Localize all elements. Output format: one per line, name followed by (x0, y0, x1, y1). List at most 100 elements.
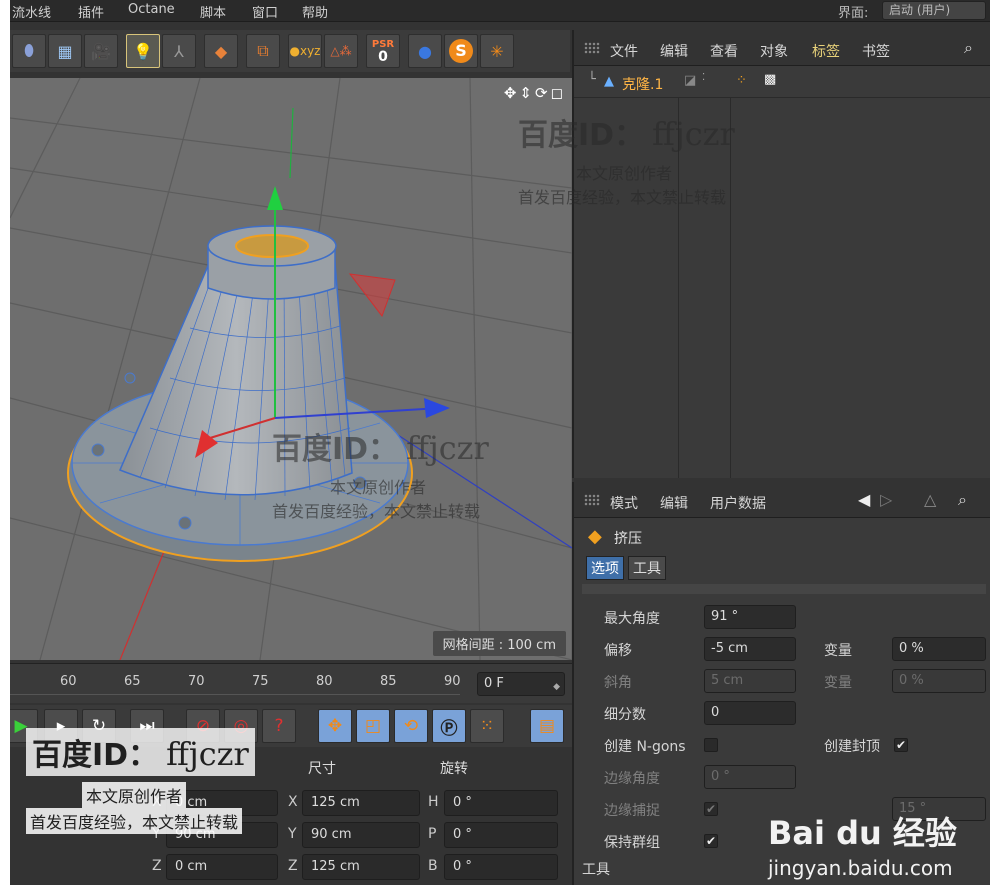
size-x-field[interactable]: 125 cm (302, 790, 420, 816)
create-caps-checkbox[interactable]: ✔ (894, 738, 908, 752)
variance-field-2[interactable]: 0 % (892, 669, 986, 693)
light-button[interactable]: 💡 (126, 34, 160, 68)
timeline-window-button[interactable]: ▤ (530, 709, 564, 743)
current-frame-field[interactable]: 0 F ◆ (477, 672, 565, 696)
timeline[interactable]: 60 65 70 75 80 85 90 0 F ◆ (10, 663, 572, 703)
size-y-field[interactable]: 90 cm (302, 822, 420, 848)
y-arrow-icon[interactable] (267, 186, 283, 210)
menu-octane[interactable]: Octane (128, 2, 175, 17)
subdivision-field[interactable]: 0 (704, 701, 796, 725)
attribute-manager-menu: 模式 编辑 用户数据 ◀ ▷ △ ⌕ (574, 482, 990, 518)
tool-section-header[interactable]: 工具 (582, 859, 610, 879)
move-key-button[interactable]: ✥ (318, 709, 352, 743)
variance-field-1[interactable]: 0 % (892, 637, 986, 661)
enable-axis-button[interactable]: △⁂ (324, 34, 358, 68)
keyframe-help-button[interactable]: ? (262, 709, 296, 743)
render-view-button[interactable]: ◆ (204, 34, 238, 68)
camera-button[interactable]: 🎥 (84, 34, 118, 68)
viewport-nav-icons[interactable]: ✥⇕⟳◻ (504, 84, 566, 102)
rotate-key-button[interactable]: ⟲ (394, 709, 428, 743)
move-view-icon[interactable]: ✥ (504, 84, 520, 102)
size-x-label: X (288, 794, 298, 810)
bevel-field[interactable]: 5 cm (704, 669, 796, 693)
camera-icon: 🎥 (91, 41, 111, 61)
object-name[interactable]: 克隆.1 (622, 74, 663, 94)
keep-groups-checkbox[interactable]: ✔ (704, 834, 718, 848)
size-z-field[interactable]: 125 cm (302, 854, 420, 880)
psr-button[interactable]: PSR 0 (366, 34, 400, 68)
object-manager: 文件 编辑 查看 对象 标签 书签 ⌕ └ ▲ 克隆.1 ◪ ⁚ ⁘ ▩ (572, 30, 990, 478)
watermark-line1: 本文原创作者 (82, 782, 187, 808)
menu-plugins[interactable]: 插件 (78, 2, 104, 21)
bolt-hole-back (124, 372, 136, 384)
dolly-view-icon[interactable]: ⇕ (519, 84, 535, 102)
menu-help[interactable]: 帮助 (302, 2, 328, 21)
pos-z-field[interactable]: 0 cm (166, 854, 278, 880)
edge-angle-field[interactable]: 0 ° (704, 765, 796, 789)
menu-pipeline[interactable]: 流水线 (12, 2, 51, 21)
render-cube-icon: ◆ (214, 41, 228, 61)
checker-tag-icon[interactable]: ▩ (764, 72, 776, 87)
mograph-tag-icon[interactable]: ⁘ (736, 73, 747, 88)
floor-object-button[interactable]: ▦ (48, 34, 82, 68)
menu-edit[interactable]: 编辑 (660, 41, 688, 61)
variance-label-1: 变量 (824, 643, 852, 659)
rotate-icon: ⟲ (403, 716, 419, 736)
spline-tool-button[interactable]: ⬮ (12, 34, 46, 68)
create-ngons-checkbox[interactable] (704, 738, 718, 752)
point-level-button[interactable]: ⁙ (470, 709, 504, 743)
film-strip-icon: ▤ (538, 716, 556, 736)
menu-attr-edit[interactable]: 编辑 (660, 493, 688, 513)
watermark-line2: 首发百度经验，本文禁止转载 (518, 188, 727, 207)
visibility-dots-icon[interactable]: ⁚ (702, 72, 705, 83)
spinner-icon[interactable]: ◆ (553, 676, 560, 698)
max-angle-field[interactable]: 91 ° (704, 605, 796, 629)
layer-icon[interactable]: ◪ (684, 73, 696, 88)
snap-button[interactable]: S (444, 34, 478, 68)
cloner-icon: ▲ (604, 74, 614, 89)
back-arrow-icon[interactable]: ◀ (858, 490, 870, 509)
bone-tool-button[interactable]: ⅄ (162, 34, 196, 68)
tab-options[interactable]: 选项 (586, 556, 624, 580)
baidu-logo-url: jingyan.baidu.com (768, 856, 953, 880)
move-down-button[interactable]: ● (408, 34, 442, 68)
menu-objects[interactable]: 对象 (760, 41, 788, 61)
baidu-jingyan-logo: Bai du 经验 jingyan.baidu.com (768, 808, 957, 880)
timeline-ruler[interactable] (10, 694, 460, 702)
rotate-view-icon[interactable]: ⟳ (535, 84, 551, 102)
forward-arrow-icon[interactable]: ▷ (880, 490, 892, 509)
timeline-tick: 90 (444, 674, 461, 689)
menu-window[interactable]: 窗口 (252, 2, 278, 21)
workplane-button[interactable]: ✳ (480, 34, 514, 68)
rot-b-field[interactable]: 0 ° (444, 854, 558, 880)
xy-plane-handle[interactable] (348, 273, 396, 318)
menu-script[interactable]: 脚本 (200, 2, 226, 21)
menu-file[interactable]: 文件 (610, 41, 638, 61)
perspective-viewport[interactable]: ✥⇕⟳◻ 网格间距 : 100 cm (10, 78, 572, 660)
panel-grip-icon[interactable] (584, 494, 600, 506)
menu-tags[interactable]: 标签 (812, 41, 840, 61)
layout-select[interactable]: 启动 (用户) (882, 1, 986, 20)
offset-field[interactable]: -5 cm (704, 637, 796, 661)
edge-angle-label: 边缘角度 (604, 771, 660, 787)
scale-key-button[interactable]: ◰ (356, 709, 390, 743)
menu-bookmarks[interactable]: 书签 (862, 41, 890, 61)
z-arrow-icon[interactable] (424, 398, 450, 418)
edge-snap-checkbox[interactable]: ✔ (704, 802, 718, 816)
tab-tool[interactable]: 工具 (628, 556, 666, 580)
panel-grip-icon[interactable] (584, 42, 600, 54)
parameter-key-button[interactable]: Ⓟ (432, 709, 466, 743)
attr-search-icon[interactable]: ⌕ (958, 490, 967, 510)
object-row-clone[interactable]: └ ▲ 克隆.1 ◪ ⁚ ⁘ ▩ (574, 68, 990, 98)
up-arrow-icon[interactable]: △ (924, 490, 936, 509)
coordinate-system-button[interactable]: ●xyz (288, 34, 322, 68)
rot-h-field[interactable]: 0 ° (444, 790, 558, 816)
rot-p-field[interactable]: 0 ° (444, 822, 558, 848)
menu-user-data[interactable]: 用户数据 (710, 493, 766, 513)
menu-mode[interactable]: 模式 (610, 493, 638, 513)
grid-floor-icon: ▦ (57, 41, 73, 61)
menu-view[interactable]: 查看 (710, 41, 738, 61)
render-picture-viewer-button[interactable]: ⧉ (246, 34, 280, 68)
search-icon[interactable]: ⌕ (964, 38, 973, 58)
maximize-view-icon[interactable]: ◻ (551, 84, 566, 102)
